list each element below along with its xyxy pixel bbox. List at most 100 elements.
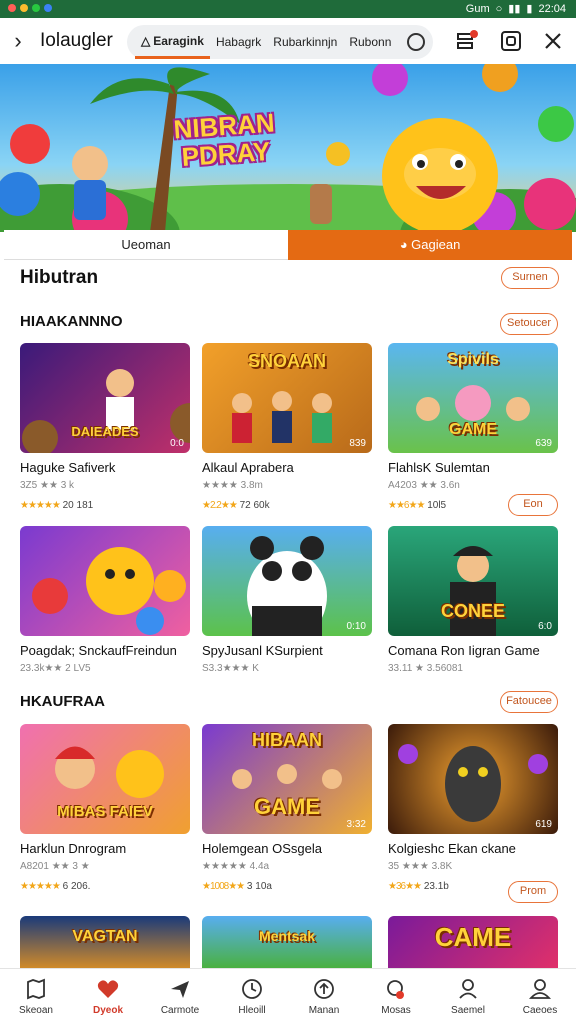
game-badge: 639 [535,438,552,449]
game-thumbnail: VAGTAN [20,916,190,968]
back-chevron-icon[interactable]: › [8,28,28,54]
game-thumbnail: Spivils GAME 639 [388,343,558,453]
section2-action-button[interactable]: Fatoucee [500,691,558,713]
nav-item-3[interactable]: Hleoill [216,969,288,1024]
refresh-icon[interactable] [407,33,425,51]
row1-action-button[interactable]: Eon [508,494,558,516]
user-icon [456,977,480,1001]
game-card[interactable]: CONEE 6:0 Comana Ron Iigran Game 33.11 ★… [388,526,558,674]
tab-1[interactable]: Habagrk [210,25,267,59]
bottom-navigation: Skeoan Dyeok Carmote Hleoill Manan Mosas… [0,968,576,1024]
game-thumbnail [20,526,190,636]
square-icon[interactable] [500,30,522,52]
wifi-icon: ○ [495,2,503,15]
nav-label: Hleoill [238,1005,266,1016]
segment-left[interactable]: Ueoman [4,230,288,260]
game-card[interactable]: VAGTAN [20,916,190,968]
game-thumbnail: MIBAS FAIEV [20,724,190,834]
tab-0[interactable]: △ Earagink [135,25,210,59]
game-thumb-text: Mentsak [258,928,316,944]
carrier-label: Gum [465,2,490,15]
rating-stars: ★1008★★ [202,881,245,892]
game-card[interactable]: 0:10 SpyJusanl KSurpient S3.3★★★ K [202,526,372,674]
green-dot-icon [32,4,40,12]
game-meta: A8201 ★★ 3 ★ [20,861,90,872]
game-art [398,744,548,822]
game-rating-row: ★1008★★ 3 10a [202,881,372,892]
nav-item-6[interactable]: Saemel [432,969,504,1024]
game-name: Alkaul Aprabera [202,460,294,475]
tab-strip: △ Earagink Habagrk Rubarkinnjn Rubonn [127,25,433,59]
person-icon [528,977,552,1001]
hibutran-action-button[interactable]: Surnen [501,267,559,289]
tab-3[interactable]: Rubonn [343,25,397,59]
app-root: Gum ○ ▮▮ ▮ 22:04 › Iolaugler △ Earagink … [0,0,576,1024]
section1-action-button[interactable]: Setoucer [500,313,558,335]
game-card[interactable]: Mentsak [202,916,372,968]
nav-item-2[interactable]: Carmote [144,969,216,1024]
game-meta: ★★★★ 3.8m [202,480,263,491]
nav-item-0[interactable]: Skeoan [0,969,72,1024]
status-dots [8,4,52,12]
red-dot-icon [8,4,16,12]
nav-item-1[interactable]: Dyeok [72,969,144,1024]
game-thumb-text: GAME [254,794,320,819]
heart-icon [96,977,120,1001]
game-meta: ★★★★★ 4.4a [202,861,270,872]
blue-dot-icon [44,4,52,12]
search-icon [384,977,408,1001]
game-art [32,547,186,635]
close-icon[interactable] [542,30,564,52]
game-thumb-title: HIBAAN [252,730,322,750]
nav-item-5[interactable]: Mosas [360,969,432,1024]
game-card[interactable]: Poagdak; SnckaufFreindun 23.3k★★ 2 LV5 [20,526,190,674]
nav-label: Dyeok [92,1005,123,1016]
rating-count: 3 10a [246,881,272,892]
page-title: Iolaugler [40,30,113,51]
game-meta: 23.3k★★ 2 LV5 [20,663,91,674]
game-card[interactable]: HIBAAN GAME 3:32 Holemgean OSsgela ★★★★★… [202,724,372,892]
rating-count: 10l5 [427,500,447,511]
nav-label: Manan [308,1005,340,1016]
rating-stars: ★36★★ [388,881,422,892]
game-name: Harklun Dnrogram [20,841,127,856]
game-card[interactable]: DAIEADES 0:0 Haguke Safiverk 3Z5 ★★ 3 k … [20,343,190,511]
rating-stars: ★2.2★★ [202,500,238,511]
game-name: SpyJusanl KSurpient [202,643,323,658]
nav-item-4[interactable]: Manan [288,969,360,1024]
segment-right[interactable]: ◕ Gagiean [288,230,572,260]
status-bar: Gum ○ ▮▮ ▮ 22:04 [0,0,576,18]
hibutran-heading: Hibutran [20,267,99,288]
segment-right-label: Gagiean [411,237,461,252]
rating-stars: ★★★★★ [20,881,61,892]
rating-stars: ★★6★★ [388,500,425,511]
game-card[interactable]: Spivils GAME 639 FlahlsK Sulemtan A4203 … [388,343,558,511]
section2-heading: HKAUFRAA [20,693,105,710]
game-thumbnail: SNOAAN 839 [202,343,372,453]
tabs-icon[interactable] [456,30,478,52]
game-badge: 0:10 [346,621,366,632]
game-thumb-text: SNOAAN [247,351,326,371]
game-name: Poagdak; SnckaufFreindun [20,643,177,658]
game-meta: 35 ★★★ 3.8K [388,861,453,872]
game-card[interactable]: 619 Kolgieshc Ekan ckane 35 ★★★ 3.8K ★36… [388,724,558,892]
send-icon [168,977,192,1001]
game-card[interactable]: MIBAS FAIEV Harklun Dnrogram A8201 ★★ 3 … [20,724,190,892]
game-thumbnail: CONEE 6:0 [388,526,558,636]
tab-2[interactable]: Rubarkinnjn [267,25,343,59]
game-badge: 3:32 [346,819,366,830]
hero-banner[interactable]: NIBRAN PDRAY [0,64,576,232]
row3-action-button[interactable]: Prom [508,881,558,903]
rating-count: 20 181 [62,500,94,511]
nav-label: Saemel [451,1005,485,1016]
clock-time: 22:04 [538,2,566,15]
hero-title: NIBRAN PDRAY [158,108,292,173]
nav-item-7[interactable]: Caeoes [504,969,576,1024]
game-card[interactable]: CAME [388,916,558,968]
game-card[interactable]: SNOAAN 839 Alkaul Aprabera ★★★★ 3.8m ★2.… [202,343,372,511]
clock-icon [240,977,264,1001]
game-thumb-text: DAIEADES [71,424,139,439]
game-rating-row: ★★★★★ 6 206. [20,881,190,892]
game-thumb-text: VAGTAN [72,928,138,945]
game-meta: S3.3★★★ K [202,663,259,674]
